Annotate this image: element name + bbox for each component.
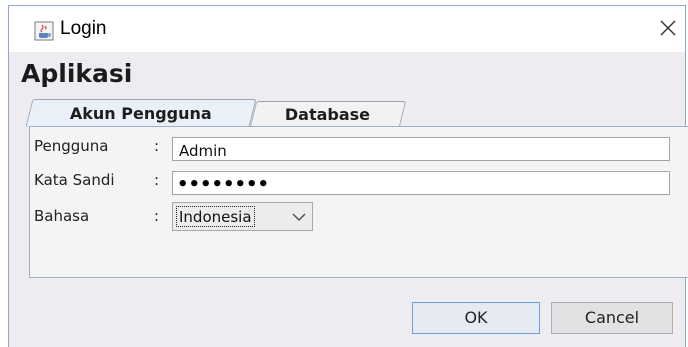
password-field[interactable]: •••••••• [172,171,670,195]
account-panel: Pengguna : Admin Kata Sandi : •••••••• B… [29,126,688,278]
tab-label: Akun Pengguna [69,104,212,123]
language-select[interactable]: Indonesia [172,202,313,231]
login-dialog: Login Aplikasi Akun Pengguna Database Pe… [8,5,688,347]
language-separator: : [154,207,160,225]
language-value: Indonesia [176,206,255,227]
title-bar: Login [9,6,685,52]
ok-button[interactable]: OK [412,302,540,334]
password-label: Kata Sandi [34,171,115,189]
java-cup-icon [34,21,54,41]
password-separator: : [154,171,160,189]
username-label: Pengguna [34,137,109,155]
tab-label: Database [285,105,371,124]
language-label: Bahasa [34,207,90,225]
tab-akun-pengguna[interactable]: Akun Pengguna [25,99,257,127]
username-separator: : [154,137,160,155]
cancel-button[interactable]: Cancel [551,302,673,334]
window-title: Login [60,18,107,39]
close-icon[interactable] [656,16,680,40]
app-heading: Aplikasi [21,59,133,88]
tab-database[interactable]: Database [249,101,407,127]
username-field[interactable]: Admin [172,137,670,161]
password-mask: •••••••• [177,174,270,195]
chevron-down-icon [292,213,306,221]
